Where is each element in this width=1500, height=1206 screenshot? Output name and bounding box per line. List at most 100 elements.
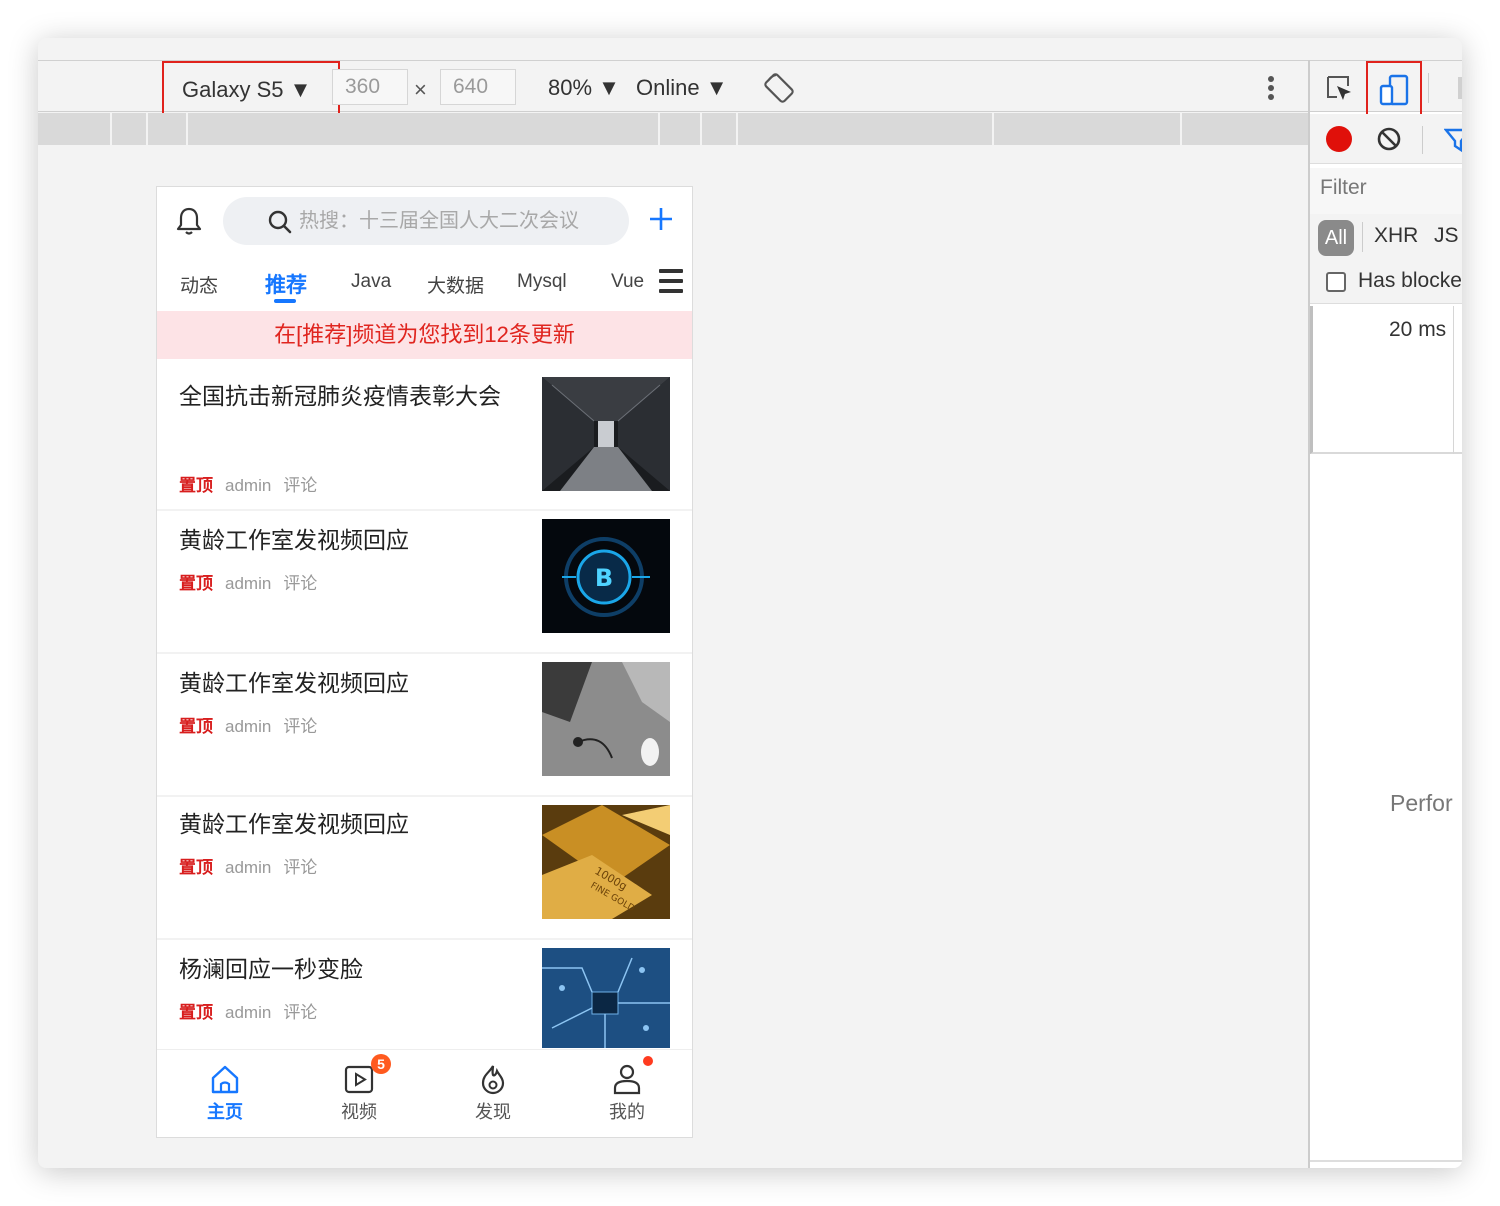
- tab-tuijian[interactable]: 推荐: [265, 269, 307, 299]
- news-author: admin: [225, 1003, 272, 1022]
- video-badge: 5: [371, 1054, 391, 1074]
- overview-time-label: 20 ms: [1389, 318, 1447, 341]
- notification-dot: [643, 1056, 653, 1066]
- network-throttle-select[interactable]: Online ▼: [636, 73, 727, 103]
- height-input[interactable]: 640: [440, 69, 516, 105]
- tabbar-discover-label: 发现: [475, 1102, 511, 1122]
- type-divider: [1362, 222, 1363, 252]
- pinned-tag: 置顶: [179, 717, 213, 736]
- media-query-bar[interactable]: [38, 113, 1308, 145]
- tabbar-mine-label: 我的: [609, 1102, 645, 1122]
- list-item[interactable]: 杨澜回应一秒变脸 置顶 admin 评论: [157, 940, 692, 1050]
- bell-icon[interactable]: [173, 205, 205, 237]
- list-item[interactable]: 黄龄工作室发视频回应 置顶 admin 评论 1000g FINE GOLD: [157, 797, 692, 940]
- overview-gridline: [1453, 306, 1454, 454]
- network-overview[interactable]: 20 ms: [1310, 306, 1462, 454]
- add-channel-icon[interactable]: [647, 205, 675, 233]
- truncated-tab: [1458, 77, 1462, 99]
- device-select[interactable]: Galaxy S5 ▼: [162, 61, 340, 115]
- filter-xhr-button[interactable]: XHR: [1374, 224, 1418, 248]
- media-bar-divider: [186, 113, 188, 145]
- pinned-tag: 置顶: [179, 476, 213, 495]
- filter-input[interactable]: Filter: [1320, 176, 1367, 200]
- list-item[interactable]: 黄龄工作室发视频回应 置顶 admin 评论: [157, 654, 692, 797]
- search-placeholder: 热搜：十三届全国人大二次会议: [299, 210, 579, 232]
- pinned-tag: 置顶: [179, 574, 213, 593]
- tabbar-mine[interactable]: 我的: [587, 1056, 667, 1124]
- tabbar-discover[interactable]: 发现: [453, 1062, 533, 1124]
- desk-laptop-thumbnail: [542, 662, 670, 776]
- tab-bigdata[interactable]: 大数据: [427, 271, 484, 298]
- search-input[interactable]: 热搜：十三届全国人大二次会议: [223, 197, 629, 245]
- width-input[interactable]: 360: [332, 69, 408, 105]
- filter-icon[interactable]: [1444, 126, 1462, 154]
- device-toolbar-icon: [1379, 74, 1409, 106]
- news-comments: 评论: [283, 1003, 318, 1022]
- more-options-icon[interactable]: [1260, 73, 1282, 103]
- svg-text:B: B: [595, 564, 613, 592]
- news-meta: 置顶 admin 评论: [179, 471, 317, 496]
- gold-bars-thumbnail: 1000g FINE GOLD: [542, 805, 670, 919]
- performance-hint-text: Perfor: [1390, 790, 1453, 816]
- tabbar-home[interactable]: 主页: [185, 1062, 265, 1124]
- list-item[interactable]: 黄龄工作室发视频回应 置顶 admin 评论 B: [157, 511, 692, 654]
- channel-tabs: 动态 推荐 Java 大数据 Mysql Vue: [157, 257, 692, 311]
- media-bar-divider: [658, 113, 660, 145]
- media-bar-divider: [110, 113, 112, 145]
- news-comments: 评论: [283, 858, 318, 877]
- news-title: 黄龄工作室发视频回应: [179, 527, 409, 553]
- toolbar-divider: [1422, 126, 1423, 154]
- resource-type-filters: All XHR JS: [1310, 214, 1462, 260]
- user-icon: [613, 1064, 641, 1095]
- news-meta: 置顶 admin 评论: [179, 569, 317, 594]
- network-toolbar: [1310, 114, 1462, 164]
- browser-window: Galaxy S5 ▼ 360 × 640 80% ▼ Online ▼ 热搜：…: [38, 38, 1462, 1168]
- tab-vue[interactable]: Vue: [611, 271, 644, 293]
- mobile-viewport: 热搜：十三届全国人大二次会议 动态 推荐 Java 大数据 Mysql Vue …: [156, 186, 693, 1138]
- device-mode-button[interactable]: [1366, 61, 1422, 119]
- news-comments: 评论: [283, 574, 318, 593]
- news-title: 黄龄工作室发视频回应: [179, 670, 409, 696]
- tabbar-home-label: 主页: [207, 1102, 243, 1122]
- bottom-tab-bar: 主页 视频 5 发现 我的: [157, 1049, 692, 1137]
- clear-icon[interactable]: [1374, 124, 1404, 154]
- news-meta: 置顶 admin 评论: [179, 998, 317, 1023]
- tab-dongtai[interactable]: 动态: [180, 271, 218, 298]
- tabbar-video[interactable]: 视频 5: [319, 1054, 399, 1124]
- media-bar-divider: [700, 113, 702, 145]
- rotate-icon[interactable]: [762, 71, 796, 105]
- tab-java[interactable]: Java: [351, 271, 391, 293]
- pinned-tag: 置顶: [179, 1003, 213, 1022]
- record-button[interactable]: [1326, 126, 1352, 152]
- tabbar-video-label: 视频: [341, 1102, 377, 1122]
- circuit-board-thumbnail: [542, 948, 670, 1048]
- device-toolbar: Galaxy S5 ▼ 360 × 640 80% ▼ Online ▼: [38, 60, 1308, 115]
- devtools-bottom-border: [1310, 1160, 1462, 1162]
- filter-all-button[interactable]: All: [1318, 220, 1354, 256]
- media-bar-divider: [146, 113, 148, 145]
- flame-icon: [481, 1065, 505, 1095]
- search-icon: [268, 210, 292, 234]
- news-title: 全国抗击新冠肺炎疫情表彰大会: [179, 383, 501, 409]
- news-meta: 置顶 admin 评论: [179, 712, 317, 737]
- news-title: 黄龄工作室发视频回应: [179, 811, 409, 837]
- media-bar-divider: [1180, 113, 1182, 145]
- dimension-separator: ×: [414, 77, 427, 102]
- home-icon: [211, 1065, 239, 1094]
- tab-mysql[interactable]: Mysql: [517, 271, 567, 293]
- toolbar-divider: [1428, 73, 1429, 103]
- has-blocked-checkbox[interactable]: [1326, 272, 1346, 292]
- server-corridor-thumbnail: [542, 377, 670, 491]
- news-author: admin: [225, 858, 272, 877]
- list-item[interactable]: 全国抗击新冠肺炎疫情表彰大会 置顶 admin 评论: [157, 359, 692, 511]
- news-meta: 置顶 admin 评论: [179, 853, 317, 878]
- news-comments: 评论: [283, 717, 318, 736]
- inspect-element-icon[interactable]: [1324, 73, 1354, 103]
- devtools-topbar: [1310, 60, 1462, 119]
- app-header: 热搜：十三届全国人大二次会议: [157, 187, 692, 257]
- pinned-tag: 置顶: [179, 858, 213, 877]
- zoom-select[interactable]: 80% ▼: [548, 73, 620, 103]
- menu-icon[interactable]: [657, 265, 685, 297]
- devtools-panel: Filter All XHR JS Has blocke 20 ms Perfo…: [1308, 60, 1462, 1168]
- filter-js-button[interactable]: JS: [1434, 224, 1459, 248]
